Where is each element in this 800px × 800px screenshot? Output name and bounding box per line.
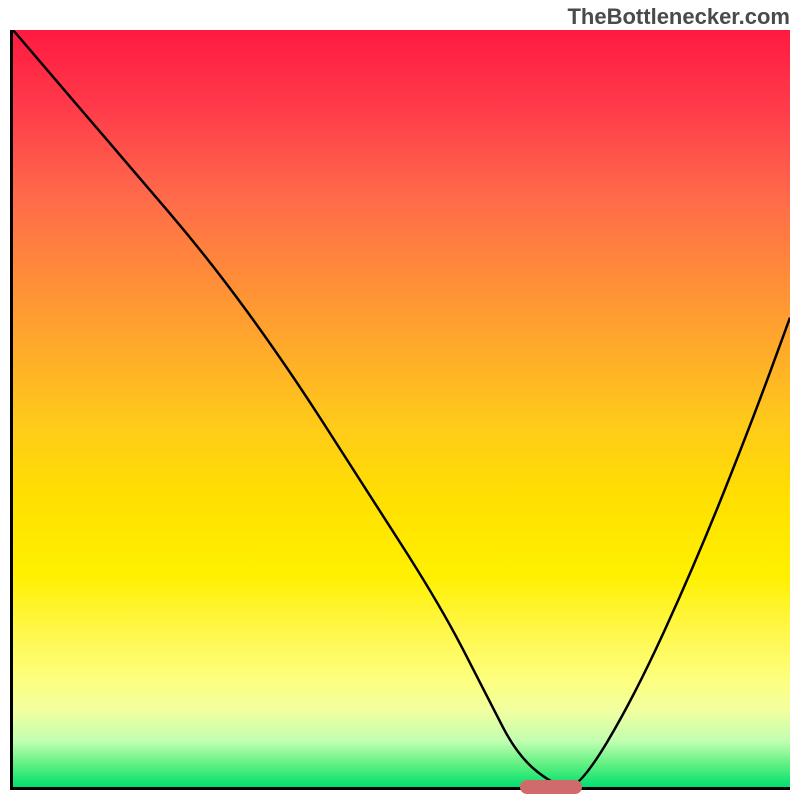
- gradient-background: [13, 30, 790, 787]
- watermark-text: TheBottlenecker.com: [567, 4, 790, 30]
- chart-container: TheBottlenecker.com: [0, 0, 800, 800]
- optimal-range-marker: [520, 780, 582, 794]
- plot-area: [10, 30, 790, 790]
